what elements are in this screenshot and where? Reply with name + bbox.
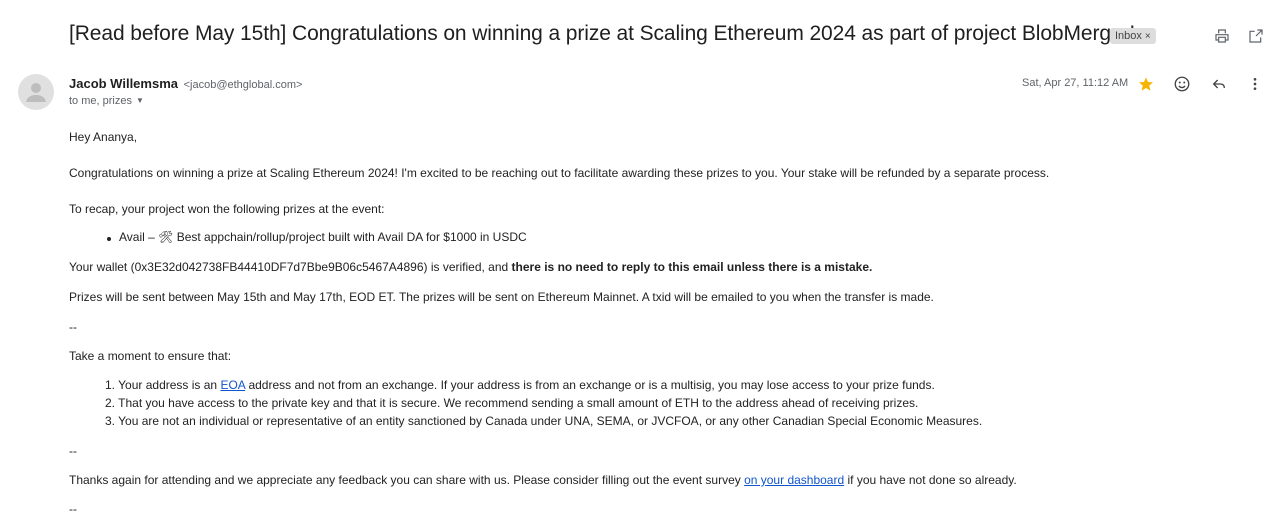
open-in-new-window-icon[interactable] bbox=[1246, 26, 1266, 46]
separator: -- bbox=[69, 502, 77, 512]
caret-down-icon[interactable]: ▼ bbox=[136, 96, 144, 105]
recap-paragraph: To recap, your project won the following… bbox=[69, 202, 385, 216]
list-item: 1. Your address is an EOA address and no… bbox=[105, 378, 935, 392]
list-number: 1. bbox=[105, 378, 116, 392]
inbox-label-chip[interactable]: Inbox × bbox=[1110, 28, 1156, 44]
list-number: 3. bbox=[105, 414, 116, 428]
recipients-text: to me, prizes bbox=[69, 95, 132, 107]
prize-item: Avail – 🛠 Best appchain/rollup/project b… bbox=[119, 230, 527, 244]
bullet-marker bbox=[107, 237, 111, 241]
reply-icon[interactable] bbox=[1209, 74, 1229, 94]
item2-text: That you have access to the private key … bbox=[118, 396, 919, 410]
email-date: Sat, Apr 27, 11:12 AM bbox=[1022, 77, 1129, 89]
item1-post: address and not from an exchange. If you… bbox=[245, 378, 935, 392]
email-subject: [Read before May 15th] Congratulations o… bbox=[69, 22, 1136, 45]
wallet-paragraph: Your wallet (0x3E32d042738FB44410DF7d7Bb… bbox=[69, 260, 872, 274]
recipients-line[interactable]: to me, prizes ▼ bbox=[69, 95, 144, 107]
wallet-text: Your wallet (0x3E32d042738FB44410DF7d7Bb… bbox=[69, 260, 512, 274]
smiley-icon[interactable] bbox=[1172, 74, 1192, 94]
sender-name[interactable]: Jacob Willemsma bbox=[69, 76, 178, 91]
sender-email: <jacob@ethglobal.com> bbox=[183, 79, 303, 91]
subject-row: [Read before May 15th] Congratulations o… bbox=[69, 22, 1280, 52]
thanks-pre: Thanks again for attending and we apprec… bbox=[69, 473, 745, 487]
item3-text: You are not an individual or representat… bbox=[118, 414, 983, 428]
sender-line: Jacob Willemsma <jacob@ethglobal.com> bbox=[69, 76, 302, 91]
wallet-bold-text: there is no need to reply to this email … bbox=[511, 260, 873, 274]
intro-paragraph: Congratulations on winning a prize at Sc… bbox=[69, 166, 1050, 180]
ensure-intro: Take a moment to ensure that: bbox=[69, 349, 232, 363]
schedule-paragraph: Prizes will be sent between May 15th and… bbox=[69, 290, 934, 304]
thanks-post: if you have not done so already. bbox=[844, 473, 1017, 487]
list-number: 2. bbox=[105, 396, 116, 410]
dashboard-link[interactable]: on your dashboard bbox=[744, 473, 844, 487]
item1-pre: Your address is an bbox=[118, 378, 221, 392]
remove-label-icon[interactable]: × bbox=[1145, 31, 1151, 42]
list-item: 3. You are not an individual or represen… bbox=[105, 414, 982, 428]
greeting: Hey Ananya, bbox=[69, 130, 138, 144]
label-text: Inbox bbox=[1115, 30, 1142, 42]
star-icon[interactable] bbox=[1136, 74, 1156, 94]
thanks-paragraph: Thanks again for attending and we apprec… bbox=[69, 473, 1017, 487]
list-item: 2. That you have access to the private k… bbox=[105, 396, 918, 410]
more-vertical-icon[interactable] bbox=[1245, 74, 1265, 94]
sender-avatar[interactable] bbox=[18, 74, 54, 110]
eoa-link[interactable]: EOA bbox=[220, 378, 245, 392]
separator: -- bbox=[69, 320, 77, 334]
person-icon bbox=[26, 83, 46, 102]
printer-icon[interactable] bbox=[1212, 26, 1232, 46]
separator: -- bbox=[69, 444, 77, 458]
